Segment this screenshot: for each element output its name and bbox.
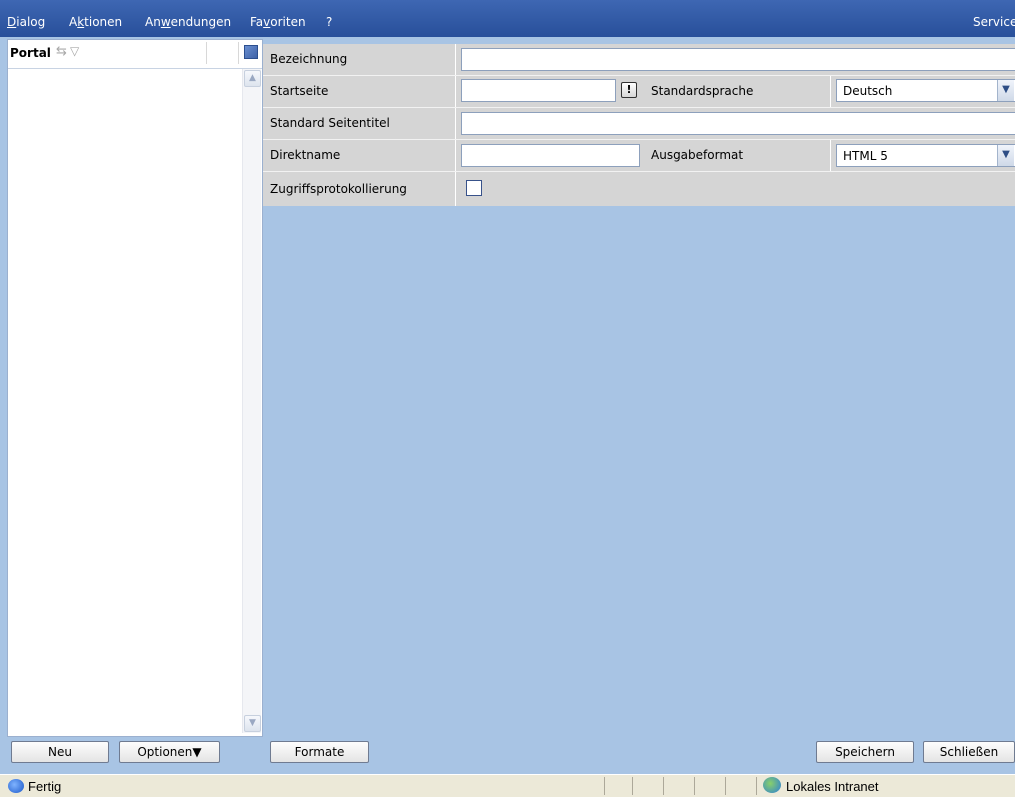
standardsprache-label: Standardsprache	[644, 76, 831, 107]
status-divider	[632, 777, 633, 795]
portal-tree-panel: Portal ⇆ ▽ ▲ ▼	[7, 39, 263, 737]
zugriff-checkbox[interactable]	[466, 180, 482, 196]
header-divider	[238, 42, 239, 64]
ausgabeformat-select[interactable]: HTML 5 ▼	[836, 144, 1015, 167]
chevron-down-icon[interactable]: ▼	[997, 80, 1014, 101]
zugriff-label: Zugriffsprotokollierung	[263, 172, 456, 206]
panel-options-icon[interactable]	[244, 45, 258, 59]
formats-button[interactable]: Formate	[270, 741, 369, 763]
seitentitel-label: Standard Seitentitel	[263, 108, 456, 139]
ie-page-icon	[8, 779, 24, 793]
intranet-zone-icon	[763, 777, 781, 793]
header-divider	[206, 42, 207, 64]
menu-dialog[interactable]: Dialog	[7, 15, 45, 29]
seitentitel-input[interactable]	[461, 112, 1015, 135]
status-divider	[694, 777, 695, 795]
filter-icon[interactable]: ▽	[70, 44, 79, 58]
status-divider	[756, 777, 757, 795]
ausgabeformat-label: Ausgabeformat	[644, 140, 831, 171]
bezeichnung-input[interactable]	[461, 48, 1015, 71]
menu-favoriten[interactable]: Favoriten	[250, 15, 306, 29]
status-divider	[663, 777, 664, 795]
direktname-input[interactable]	[461, 144, 640, 167]
chevron-down-icon[interactable]: ▼	[997, 145, 1014, 166]
new-button[interactable]: Neu	[11, 741, 109, 763]
menu-bar: Dialog Aktionen Anwendungen Favoriten ? …	[0, 0, 1015, 37]
zugriff-cell	[456, 172, 1015, 206]
menu-anwendungen[interactable]: Anwendungen	[145, 15, 231, 29]
menu-aktionen[interactable]: Aktionen	[69, 15, 122, 29]
close-button[interactable]: Schließen	[923, 741, 1015, 763]
status-text: Fertig	[28, 779, 62, 794]
scroll-down-button[interactable]: ▼	[244, 715, 261, 732]
status-divider	[725, 777, 726, 795]
security-zone-text: Lokales Intranet	[786, 779, 879, 794]
standardsprache-select[interactable]: Deutsch ▼	[836, 79, 1015, 102]
startseite-label: Startseite	[263, 76, 456, 107]
save-button[interactable]: Speichern	[816, 741, 914, 763]
tree-scrollbar[interactable]: ▲ ▼	[242, 69, 261, 733]
bezeichnung-label: Bezeichnung	[263, 44, 456, 75]
standardsprache-value: Deutsch	[843, 84, 893, 98]
startseite-picker-icon[interactable]: !	[621, 82, 637, 98]
status-divider	[604, 777, 605, 795]
direktname-label: Direktname	[263, 140, 456, 171]
menu-service[interactable]: Service	[973, 15, 1015, 29]
scroll-up-button[interactable]: ▲	[244, 70, 261, 87]
startseite-input[interactable]	[461, 79, 616, 102]
portal-title: Portal	[10, 46, 51, 60]
sort-arrows-icon[interactable]: ⇆	[56, 44, 67, 59]
portal-panel-header: Portal ⇆ ▽	[8, 40, 262, 69]
options-button[interactable]: Optionen▼	[119, 741, 220, 763]
ausgabeformat-value: HTML 5	[843, 149, 888, 163]
menu-help[interactable]: ?	[326, 15, 332, 29]
status-bar: Fertig Lokales Intranet	[0, 774, 1015, 797]
